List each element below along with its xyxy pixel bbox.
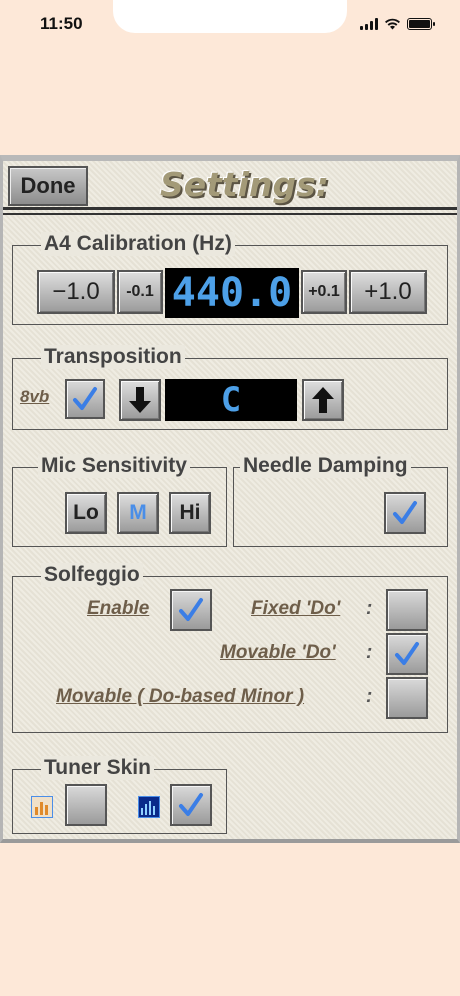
movable-minor-colon: : <box>366 686 373 707</box>
header-divider-secondary <box>3 213 457 215</box>
calibration-label: A4 Calibration (Hz) <box>41 232 235 256</box>
classic-skin-icon <box>31 796 53 818</box>
fixed-do-checkbox[interactable] <box>386 589 428 631</box>
calibration-group: A4 Calibration (Hz) −1.0 -0.1 440.0 +0.1… <box>12 232 448 325</box>
needle-damping-label: Needle Damping <box>240 454 411 478</box>
battery-icon <box>407 17 435 30</box>
needle-damping-group: Needle Damping <box>233 454 448 547</box>
cellular-signal-icon <box>360 17 378 30</box>
transposition-display: C <box>165 379 297 421</box>
solfeggio-enable-label: Enable <box>87 598 150 619</box>
blue-skin-icon <box>138 796 160 818</box>
skin-classic-checkbox[interactable] <box>65 784 107 826</box>
needle-damping-checkbox[interactable] <box>384 492 426 534</box>
page-title: Settings: <box>160 165 329 204</box>
mic-sensitivity-hi-button[interactable]: Hi <box>169 492 211 534</box>
minus-tenth-button[interactable]: -0.1 <box>117 270 163 314</box>
arrow-down-icon <box>129 387 151 413</box>
transposition-label: Transposition <box>41 345 185 369</box>
movable-do-colon: : <box>366 642 373 663</box>
minus-one-button[interactable]: −1.0 <box>37 270 115 314</box>
movable-minor-checkbox[interactable] <box>386 677 428 719</box>
solfeggio-label: Solfeggio <box>41 563 143 587</box>
wifi-icon <box>385 18 400 30</box>
device-notch <box>113 0 347 33</box>
movable-do-checkbox[interactable] <box>386 633 428 675</box>
tuner-skin-group: Tuner Skin <box>12 756 227 834</box>
solfeggio-enable-checkbox[interactable] <box>170 589 212 631</box>
transpose-down-button[interactable] <box>119 379 161 421</box>
octave-label: 8vb <box>20 387 50 406</box>
plus-one-button[interactable]: +1.0 <box>349 270 427 314</box>
status-bar: 11:50 <box>0 0 460 50</box>
octave-checkbox[interactable] <box>65 379 105 419</box>
settings-header: Done Settings: <box>3 161 457 206</box>
calibration-display: 440.0 <box>165 268 299 318</box>
status-time: 11:50 <box>40 14 83 33</box>
arrow-up-icon <box>312 387 334 413</box>
transpose-up-button[interactable] <box>302 379 344 421</box>
tuner-skin-label: Tuner Skin <box>41 756 154 780</box>
header-divider <box>3 207 457 210</box>
plus-tenth-button[interactable]: +0.1 <box>301 270 347 314</box>
mic-sensitivity-group: Mic Sensitivity Lo M Hi <box>12 454 227 547</box>
checkmark-icon <box>393 501 417 524</box>
movable-minor-label: Movable ( Do-based Minor ) <box>56 686 305 707</box>
mic-sensitivity-medium-button[interactable]: M <box>117 492 159 534</box>
checkmark-icon <box>73 387 97 410</box>
solfeggio-group: Solfeggio Enable Fixed 'Do' : Movable 'D… <box>12 563 448 733</box>
settings-panel: Done Settings: A4 Calibration (Hz) −1.0 … <box>0 155 460 843</box>
checkmark-icon <box>179 793 203 816</box>
status-icons <box>360 17 435 30</box>
transposition-group: Transposition 8vb C <box>12 345 448 430</box>
mic-sensitivity-label: Mic Sensitivity <box>38 454 190 478</box>
checkmark-icon <box>179 598 203 621</box>
checkmark-icon <box>395 642 419 665</box>
fixed-do-label: Fixed 'Do' <box>251 598 341 619</box>
mic-sensitivity-lo-button[interactable]: Lo <box>65 492 107 534</box>
skin-blue-checkbox[interactable] <box>170 784 212 826</box>
movable-do-label: Movable 'Do' <box>220 642 336 663</box>
done-button[interactable]: Done <box>8 166 88 206</box>
fixed-do-colon: : <box>366 598 373 619</box>
